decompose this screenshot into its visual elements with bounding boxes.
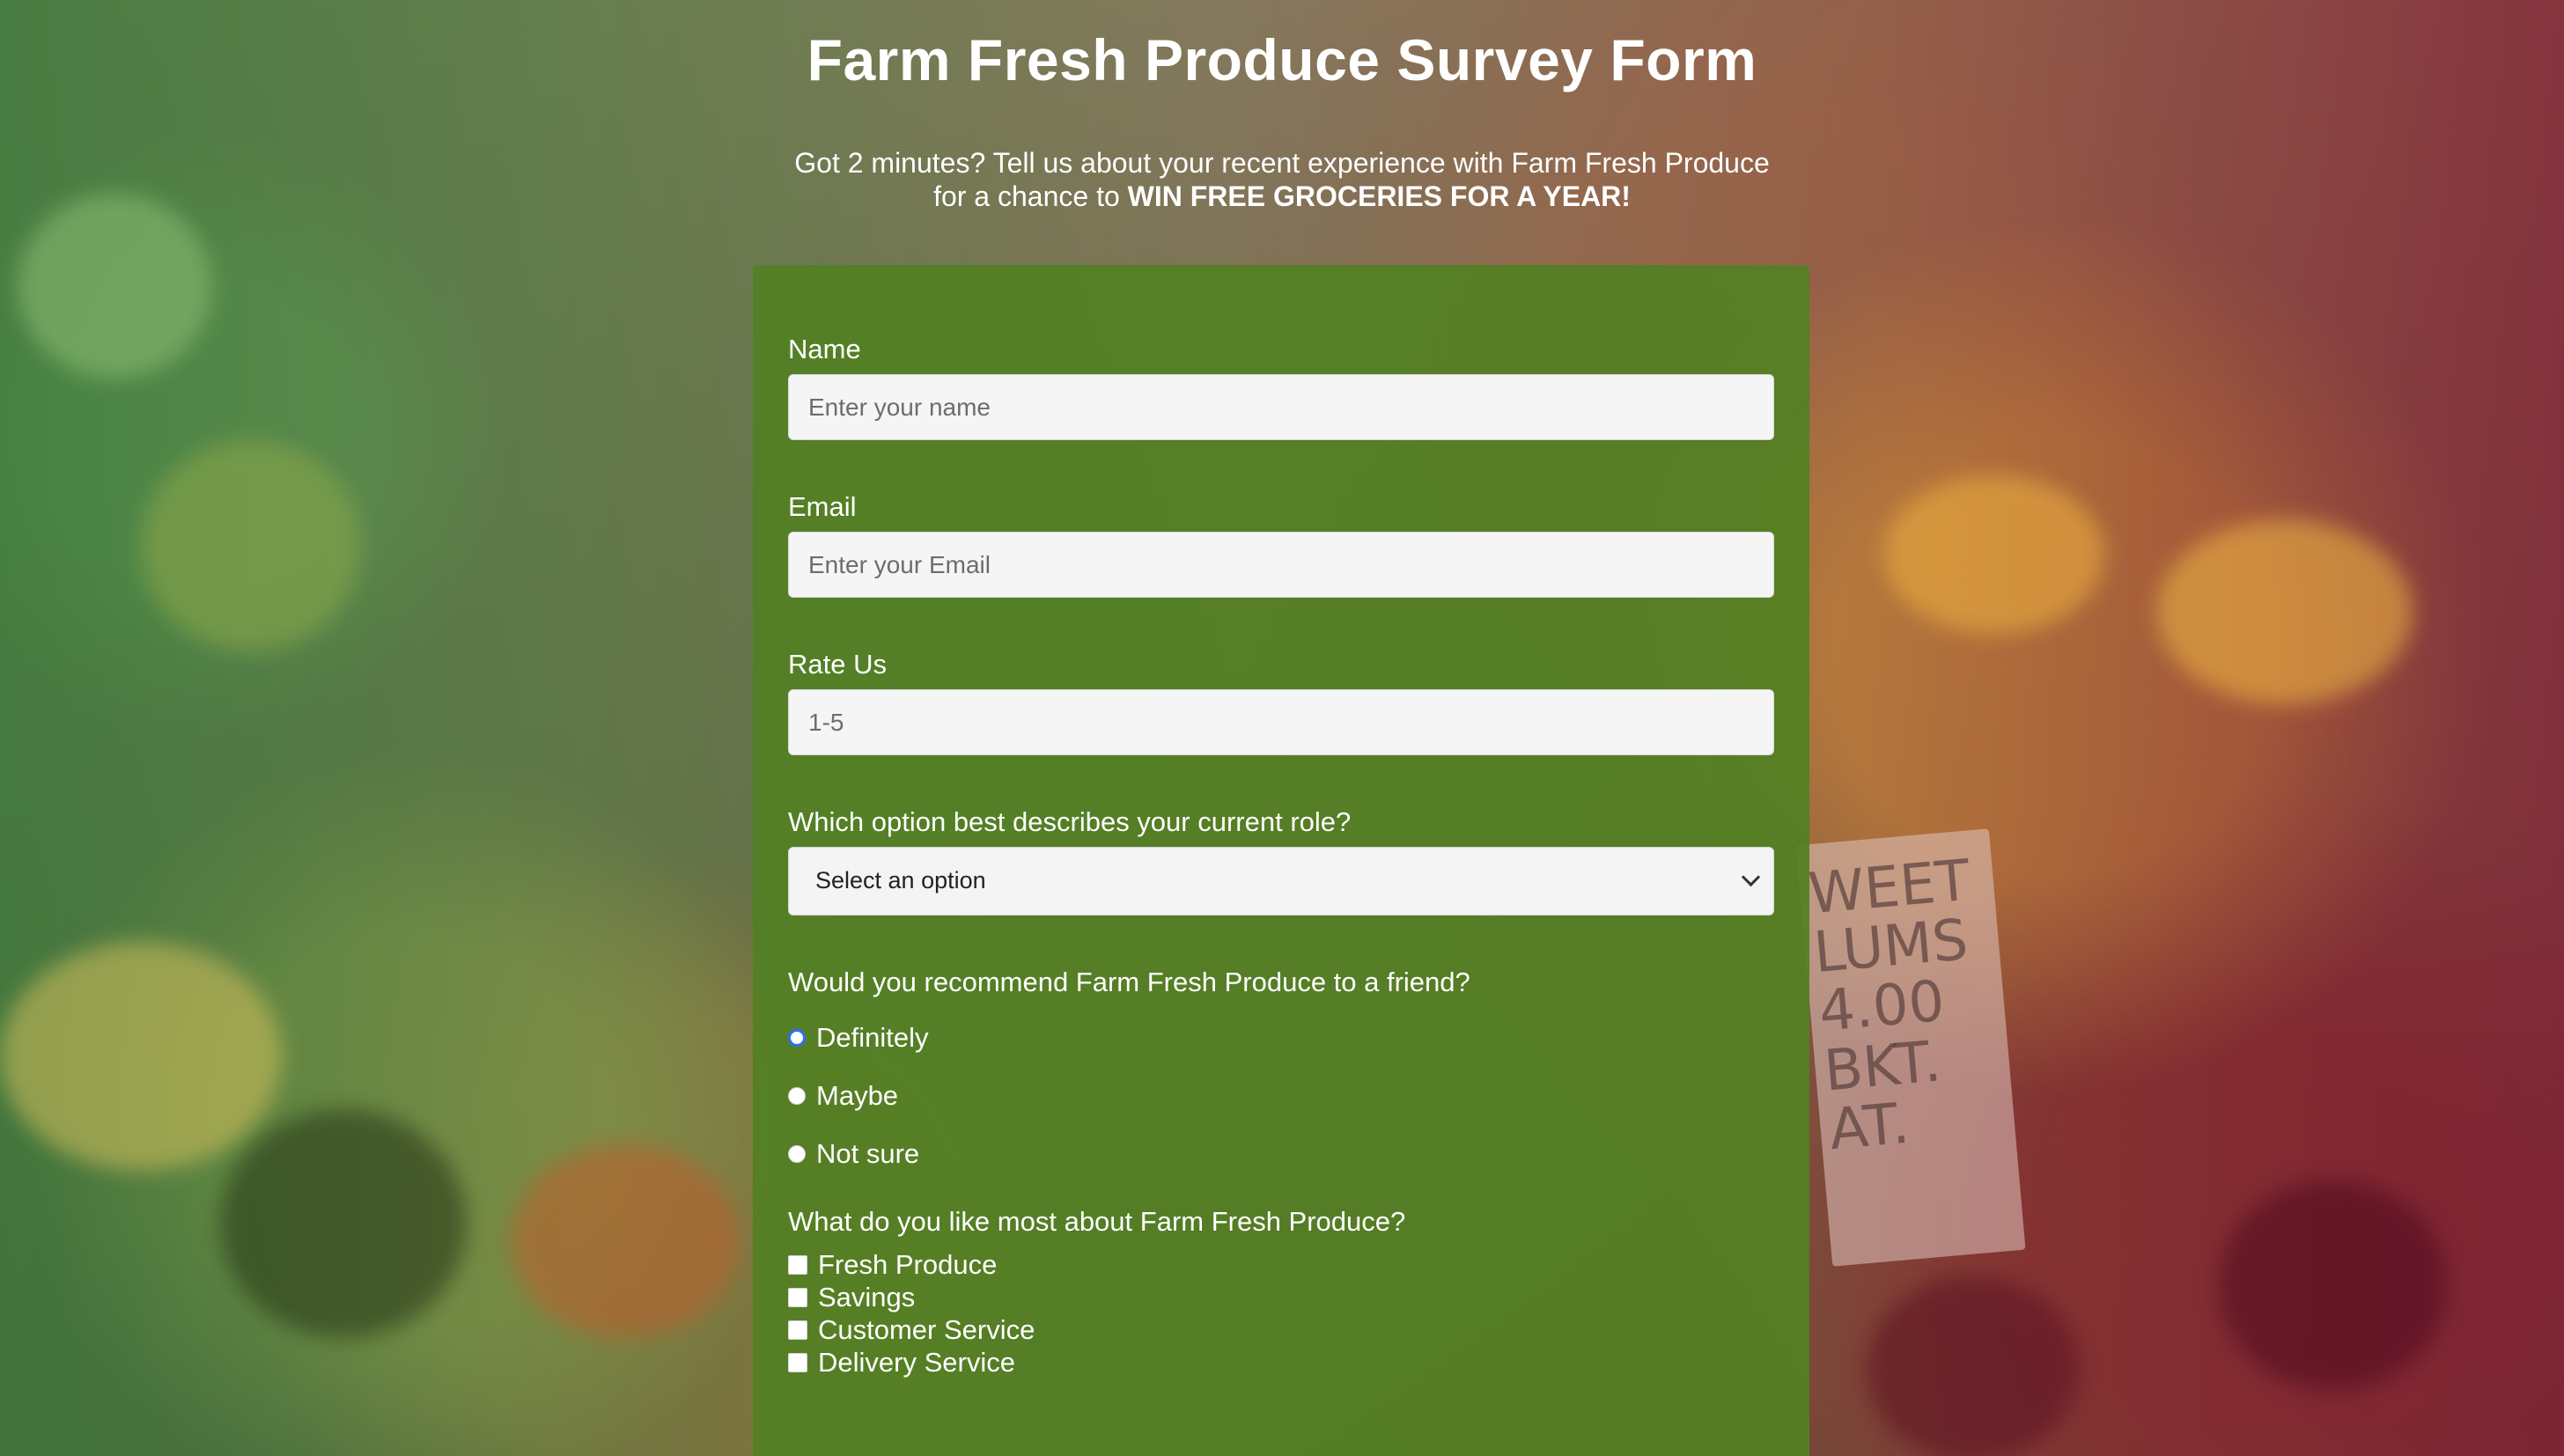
recommend-option-definitely[interactable]: Definitely	[788, 1009, 1774, 1067]
likes-option-label: Savings	[818, 1281, 916, 1313]
background-produce-blob	[0, 942, 282, 1171]
role-label: Which option best describes your current…	[788, 806, 1352, 837]
checkbox-icon[interactable]	[788, 1287, 807, 1307]
role-field-group: Which option best describes your current…	[788, 806, 1774, 916]
recommend-option-label: Definitely	[816, 1022, 929, 1053]
name-input[interactable]	[788, 374, 1774, 440]
survey-form: Name Email Rate Us Which option best des…	[753, 265, 1809, 1456]
recommend-question: Would you recommend Farm Fresh Produce t…	[788, 967, 1470, 997]
rating-field-group: Rate Us	[788, 649, 1774, 755]
survey-intro: Got 2 minutes? Tell us about your recent…	[789, 146, 1775, 213]
checkbox-icon[interactable]	[788, 1254, 807, 1275]
survey-prize-text: WIN FREE GROCERIES FOR A YEAR!	[1127, 180, 1631, 212]
likes-option-label: Delivery Service	[818, 1346, 1015, 1378]
radio-icon[interactable]	[788, 1145, 806, 1163]
radio-icon[interactable]	[788, 1087, 806, 1105]
background-produce-blob	[511, 1144, 740, 1338]
likes-options: Fresh Produce Savings Customer Service D…	[788, 1248, 1774, 1379]
recommend-option-label: Maybe	[816, 1080, 899, 1111]
recommend-option-maybe[interactable]: Maybe	[788, 1067, 1774, 1125]
background-produce-blob	[2219, 1180, 2448, 1391]
survey-page: Farm Fresh Produce Survey Form Got 2 min…	[0, 0, 2564, 1456]
name-field-group: Name	[788, 334, 1774, 440]
likes-question: What do you like most about Farm Fresh P…	[788, 1206, 1406, 1237]
email-label: Email	[788, 491, 857, 522]
likes-option-fresh-produce[interactable]: Fresh Produce	[788, 1248, 1774, 1281]
likes-option-delivery-service[interactable]: Delivery Service	[788, 1346, 1774, 1379]
likes-option-customer-service[interactable]: Customer Service	[788, 1313, 1774, 1346]
checkbox-icon[interactable]	[788, 1320, 807, 1340]
recommend-section: Would you recommend Farm Fresh Produce t…	[788, 967, 1774, 1183]
email-field-group: Email	[788, 491, 1774, 598]
radio-selected-icon[interactable]	[788, 1029, 806, 1047]
recommend-option-not-sure[interactable]: Not sure	[788, 1125, 1774, 1183]
background-produce-blob	[2157, 519, 2413, 704]
likes-option-savings[interactable]: Savings	[788, 1281, 1774, 1313]
email-input[interactable]	[788, 532, 1774, 598]
rating-input[interactable]	[788, 689, 1774, 755]
background-produce-blob	[220, 1109, 467, 1338]
recommend-option-label: Not sure	[816, 1138, 920, 1169]
chevron-down-icon	[1741, 867, 1761, 887]
background-produce-blob	[1884, 475, 2104, 634]
background-produce-blob	[141, 440, 361, 651]
background-produce-blob	[18, 194, 211, 379]
checkbox-icon[interactable]	[788, 1352, 807, 1372]
background-price-sign: WEET LUMS 4.00 BKT. AT.	[1795, 828, 2026, 1267]
rating-label: Rate Us	[788, 649, 887, 680]
role-select-value: Select an option	[815, 867, 986, 893]
name-label: Name	[788, 334, 861, 364]
page-title: Farm Fresh Produce Survey Form	[807, 27, 1757, 92]
likes-option-label: Customer Service	[818, 1313, 1035, 1345]
background-produce-blob	[1867, 1276, 2078, 1456]
likes-option-label: Fresh Produce	[818, 1248, 998, 1280]
role-select[interactable]: Select an option	[788, 847, 1774, 916]
likes-section: What do you like most about Farm Fresh P…	[788, 1206, 1774, 1379]
